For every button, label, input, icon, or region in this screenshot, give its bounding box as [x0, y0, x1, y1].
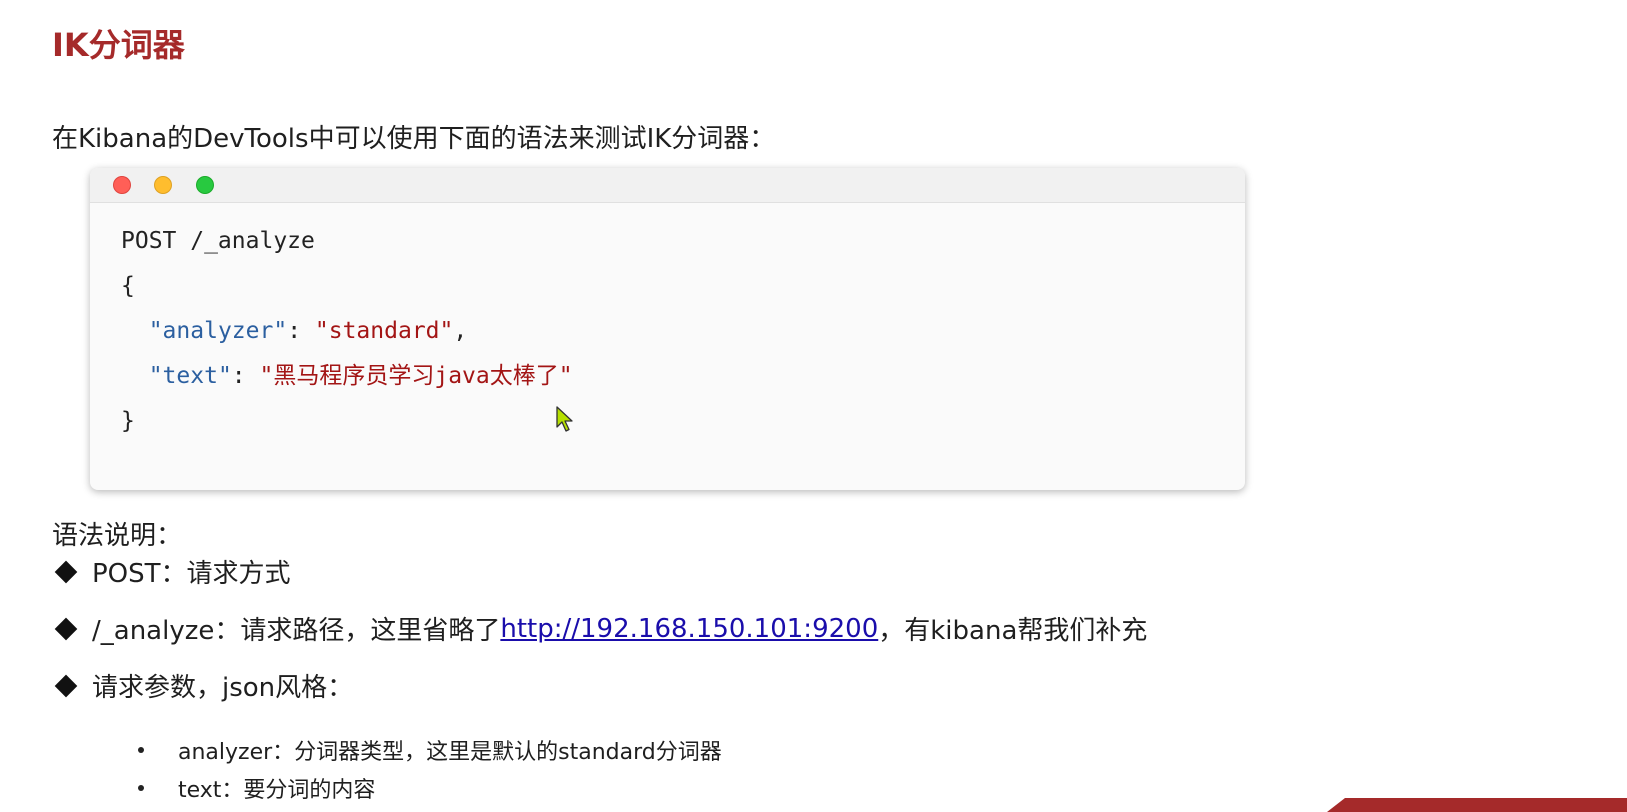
json-key-text: "text": [148, 363, 232, 389]
bullet-post: POST：请求方式: [52, 553, 291, 590]
bullet-path-suffix: ，有kibana帮我们补充: [878, 616, 1148, 646]
json-key-analyzer: "analyzer": [148, 318, 288, 344]
sub-bullet-text-text: text：要分词的内容: [178, 778, 376, 803]
diamond-bullet-icon: [54, 674, 78, 697]
diamond-bullet-icon: [54, 617, 78, 640]
syntax-explanation-heading: 语法说明：: [52, 521, 183, 551]
bullet-path-prefix: /_analyze：请求路径，这里省略了: [92, 616, 501, 646]
diamond-bullet-icon: [54, 560, 78, 583]
page-title: IK分词器: [52, 26, 185, 64]
sub-bullet-text: text：要分词的内容: [138, 772, 375, 804]
json-comma: ,: [453, 318, 468, 344]
close-dot-icon: [113, 176, 131, 194]
slide-page: IK分词器 在Kibana的DevTools中可以使用下面的语法来测试IK分词器…: [0, 0, 1627, 812]
json-value-analyzer: "standard": [314, 318, 454, 344]
code-window: POST /_analyze { "analyzer": "standard",…: [90, 168, 1245, 490]
dot-bullet-icon: [138, 785, 144, 791]
code-body: POST /_analyze { "analyzer": "standard",…: [90, 203, 1245, 450]
sub-bullet-analyzer: analyzer：分词器类型，这里是默认的standard分词器: [138, 734, 722, 766]
dot-bullet-icon: [138, 747, 144, 753]
bullet-params: 请求参数，json风格：: [52, 667, 353, 704]
intro-text: 在Kibana的DevTools中可以使用下面的语法来测试IK分词器：: [52, 124, 776, 154]
code-line-analyzer: "analyzer": "standard",: [121, 315, 1245, 360]
bullet-params-text: 请求参数，json风格：: [92, 673, 354, 703]
bullet-post-text: POST：请求方式: [92, 559, 291, 589]
es-url-link[interactable]: http://192.168.150.101:9200: [500, 614, 878, 644]
code-window-titlebar: [90, 168, 1245, 203]
mouse-pointer-icon: [556, 406, 573, 432]
corner-banner: [1327, 798, 1627, 812]
sub-bullet-analyzer-text: analyzer：分词器类型，这里是默认的standard分词器: [178, 740, 722, 765]
bullet-path: /_analyze：请求路径，这里省略了 http://192.168.150.1…: [52, 610, 1147, 647]
json-value-text: "黑马程序员学习java太棒了": [259, 363, 573, 389]
code-line-close-brace: }: [121, 408, 135, 434]
json-separator: :: [231, 363, 260, 389]
minimize-dot-icon: [154, 176, 172, 194]
json-separator: :: [287, 318, 315, 344]
maximize-dot-icon: [196, 176, 214, 194]
code-line-request: POST /_analyze: [121, 228, 315, 254]
code-line-open-brace: {: [121, 273, 135, 299]
code-line-text: "text": "黑马程序员学习java太棒了": [121, 360, 1245, 405]
